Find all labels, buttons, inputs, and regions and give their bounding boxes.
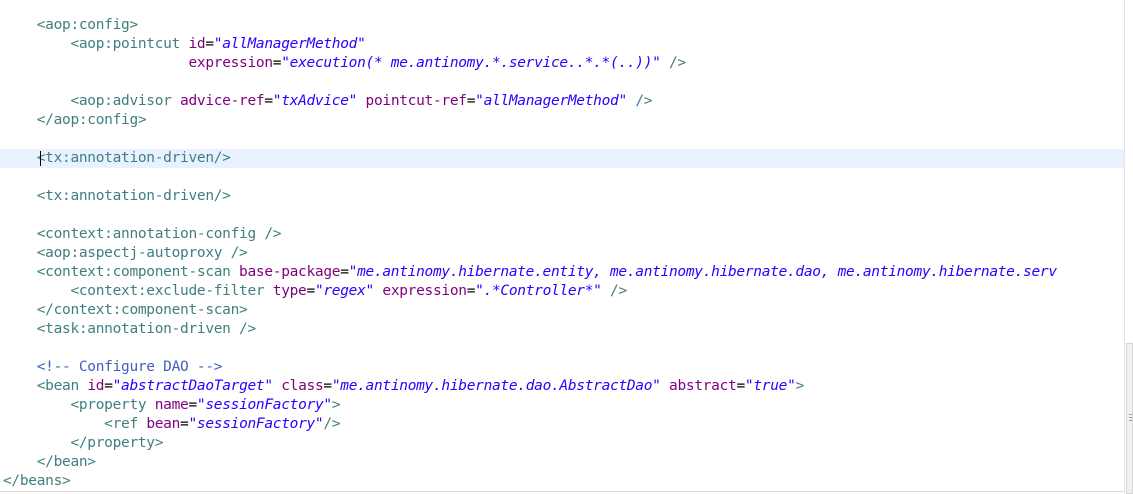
xml-tag-token: />	[323, 416, 341, 432]
xml-tag-token: />	[601, 283, 627, 299]
equals-token: =	[466, 283, 476, 299]
code-line: expression="execution(* me.antinomy.*.se…	[3, 54, 686, 73]
xml-tag-token: >	[795, 378, 805, 394]
attribute-name-token: bean	[146, 416, 181, 432]
xml-tag-token	[357, 93, 365, 109]
scroll-grip-line	[1129, 420, 1132, 421]
xml-tag-token	[273, 378, 281, 394]
xml-tag-token: <task:annotation-driven />	[3, 321, 256, 337]
xml-tag-token: <property	[3, 397, 155, 413]
code-editor[interactable]: <aop:config> <aop:pointcut id="allManage…	[0, 0, 1124, 494]
vertical-scrollbar[interactable]	[1124, 0, 1133, 494]
equals-token: =	[272, 55, 282, 71]
equals-token: =	[340, 264, 349, 280]
code-line: <aop:advisor advice-ref="txAdvice" point…	[3, 92, 652, 111]
xml-tag-token: <bean	[3, 378, 88, 394]
code-line: </beans>	[3, 472, 71, 491]
code-line: <aop:config>	[3, 16, 138, 35]
equals-token: =	[323, 378, 332, 394]
equals-token: =	[466, 93, 476, 109]
attribute-name-token: expression	[188, 55, 273, 71]
xml-tag-token: <context:exclude-filter	[3, 283, 273, 299]
attribute-value-token: ".*Controller*"	[475, 283, 602, 299]
xml-tag-token: />	[660, 55, 686, 71]
code-line: </aop:config>	[3, 111, 147, 130]
xml-tag-token: </aop:config>	[3, 112, 147, 128]
code-line: <ref bean="sessionFactory"/>	[3, 415, 340, 434]
xml-tag-token: <aop:pointcut	[3, 36, 189, 52]
code-line: <tx:annotation-driven/>	[3, 149, 231, 168]
code-line: <!-- Configure DAO -->	[3, 358, 223, 377]
xml-tag-token: <aop:config>	[3, 17, 138, 33]
attribute-value-token: "true"	[744, 378, 796, 394]
xml-tag-token: <context:annotation-config />	[3, 226, 282, 242]
text-cursor	[40, 151, 41, 166]
vertical-scrollbar-thumb[interactable]	[1126, 343, 1133, 494]
attribute-name-token: base-package	[239, 264, 341, 280]
code-line: <context:exclude-filter type="regex" exp…	[3, 282, 627, 301]
xml-tag-token: <aop:aspectj-autoproxy />	[3, 245, 248, 261]
equals-token: =	[736, 378, 745, 394]
scroll-grip-line	[1129, 414, 1132, 415]
code-line: </context:component-scan>	[3, 301, 248, 320]
xml-tag-token	[3, 55, 188, 71]
attribute-name-token: abstract	[669, 378, 737, 394]
code-line: <context:annotation-config />	[3, 225, 282, 244]
attribute-value-token: "me.antinomy.hibernate.entity, me.antino…	[348, 264, 1057, 280]
xml-tag-token: </beans>	[3, 473, 71, 489]
attribute-value-token: "sessionFactory"	[196, 397, 332, 413]
equals-token: =	[306, 283, 316, 299]
code-line: <context:component-scan base-package="me…	[3, 263, 1057, 282]
xml-tag-token: />	[626, 93, 653, 109]
xml-tag-token: </context:component-scan>	[3, 302, 248, 318]
attribute-value-token: "abstractDaoTarget"	[112, 378, 273, 394]
equals-token: =	[205, 36, 214, 52]
attribute-value-token: "execution(* me.antinomy.*.service..*.*(…	[281, 55, 661, 71]
attribute-name-token: id	[87, 378, 105, 394]
code-line: </bean>	[3, 453, 96, 472]
attribute-value-token: "me.antinomy.hibernate.dao.AbstractDao"	[331, 378, 661, 394]
xml-tag-token: <tx:annotation-driven/>	[3, 150, 231, 166]
attribute-name-token: expression	[382, 283, 467, 299]
code-line: <property name="sessionFactory">	[3, 396, 340, 415]
attribute-value-token: "allManagerMethod"	[475, 93, 627, 109]
attribute-value-token: "allManagerMethod"	[213, 36, 366, 52]
equals-token: =	[104, 378, 113, 394]
xml-tag-token: <context:component-scan	[3, 264, 240, 280]
code-line: <aop:pointcut id="allManagerMethod"	[3, 35, 366, 54]
scroll-grip-line	[1129, 417, 1132, 418]
code-line: </property>	[3, 434, 163, 453]
code-line: <bean id="abstractDaoTarget" class="me.a…	[3, 377, 805, 396]
attribute-value-token: "regex"	[314, 283, 374, 299]
xml-tag-token: >	[331, 397, 341, 413]
attribute-value-token: "sessionFactory"	[188, 416, 324, 432]
comment-token: <!-- Configure DAO -->	[3, 359, 223, 375]
equals-token: =	[264, 93, 273, 109]
attribute-name-token: type	[272, 283, 307, 299]
xml-tag-token: <aop:advisor	[3, 93, 181, 109]
equals-token: =	[188, 397, 197, 413]
xml-tag-token: <ref	[3, 416, 147, 432]
attribute-name-token: id	[188, 36, 206, 52]
attribute-value-token: "txAdvice"	[272, 93, 358, 109]
attribute-name-token: advice-ref	[180, 93, 265, 109]
code-line: <tx:annotation-driven/>	[3, 187, 231, 206]
attribute-name-token: class	[281, 378, 324, 394]
xml-tag-token: <tx:annotation-driven/>	[3, 188, 231, 204]
code-line: <task:annotation-driven />	[3, 320, 256, 339]
xml-tag-token: </bean>	[3, 454, 96, 470]
attribute-name-token: name	[154, 397, 189, 413]
attribute-name-token: pointcut-ref	[365, 93, 467, 109]
xml-tag-token	[661, 378, 669, 394]
xml-tag-token: </property>	[3, 435, 164, 451]
code-line: <aop:aspectj-autoproxy />	[3, 244, 248, 263]
